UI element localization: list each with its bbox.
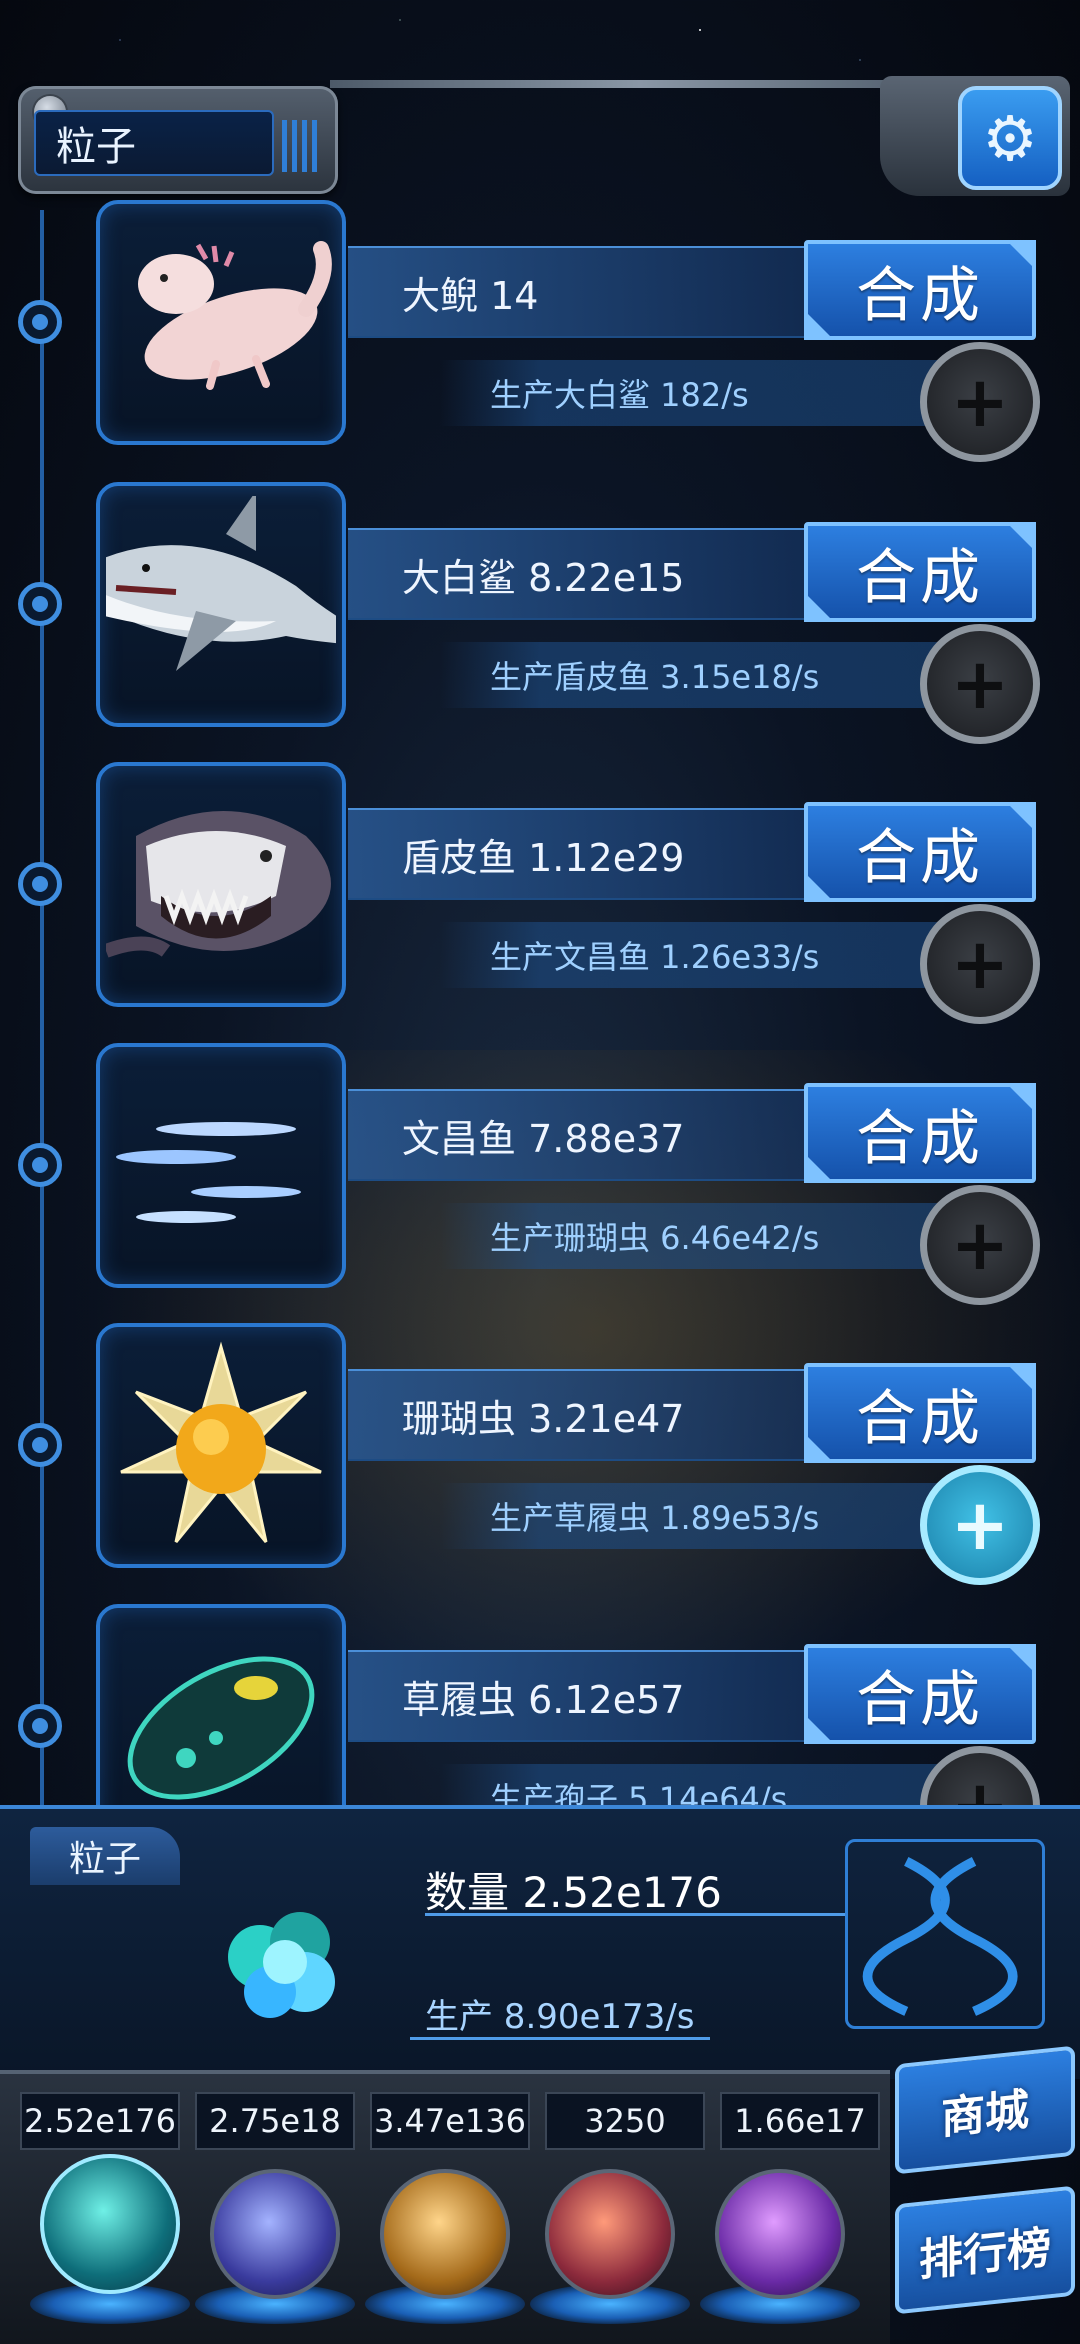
creature-frame[interactable] (96, 1043, 346, 1288)
panel-tab: 粒子 (30, 1827, 180, 1885)
plus-icon: + (950, 923, 1010, 1005)
armored-fish-icon (106, 811, 331, 958)
rail-node-icon (18, 300, 62, 344)
resource-dock: 2.52e176 2.75e18 3.47e136 3250 1.66e17 (0, 2070, 890, 2344)
lancelet-icon (116, 1122, 301, 1223)
top-bar: 粒子 ⚙ (0, 70, 1080, 210)
add-button[interactable]: + (920, 342, 1040, 462)
plus-icon: + (950, 643, 1010, 725)
plus-icon: + (950, 361, 1010, 443)
plus-icon: + (950, 1204, 1010, 1286)
add-button[interactable]: + (920, 904, 1040, 1024)
rail-node-icon (18, 862, 62, 906)
gear-icon: ⚙ (982, 101, 1038, 175)
creature-name-count: 草履虫 6.12e57 (348, 1650, 818, 1742)
particle-count: 数量 2.52e176 (425, 1868, 722, 1917)
creature-frame[interactable] (96, 200, 346, 445)
coral-polyp-icon (120, 1341, 322, 1543)
synthesize-button[interactable]: 合成 (804, 240, 1036, 340)
creature-frame[interactable] (96, 762, 346, 1007)
production-rate: 生产珊瑚虫 6.46e42/s (440, 1203, 940, 1269)
particle-production: 生产 8.90e173/s (425, 1997, 695, 2037)
top-rail (330, 80, 950, 88)
stripe-decoration (282, 120, 322, 172)
synthesize-button[interactable]: 合成 (804, 1083, 1036, 1183)
brain-orb-icon[interactable] (545, 2169, 675, 2299)
settings-button[interactable]: ⚙ (958, 86, 1062, 190)
lightning-orb-icon[interactable] (210, 2169, 340, 2299)
resource-value: 2.75e18 (195, 2092, 355, 2150)
galaxy-orb-icon[interactable] (380, 2169, 510, 2299)
plus-icon: + (950, 1484, 1010, 1566)
rail-node-icon (18, 1143, 62, 1187)
creature-name-count: 大鲵 14 (348, 246, 818, 338)
page-title: 粒子 (34, 110, 274, 176)
resource-value: 3250 (545, 2092, 705, 2150)
rail-node-icon (18, 1704, 62, 1748)
axolotl-icon (138, 241, 332, 390)
divider (425, 1913, 845, 1916)
synthesize-button[interactable]: 合成 (804, 802, 1036, 902)
particle-cluster-icon (228, 1912, 335, 2018)
dna-icon (845, 1839, 1045, 2029)
creature-row-dunkleosteus: 盾皮鱼 1.12e29 合成 生产文昌鱼 1.26e33/s + (0, 762, 1080, 1032)
particle-orb-icon[interactable] (40, 2154, 180, 2294)
add-button-active[interactable]: + (920, 1465, 1040, 1585)
creature-row-amphioxus: 文昌鱼 7.88e37 合成 生产珊瑚虫 6.46e42/s + (0, 1043, 1080, 1313)
resource-value: 2.52e176 (20, 2092, 180, 2150)
production-rate: 生产草履虫 1.89e53/s (440, 1483, 940, 1549)
particle-panel: 粒子 数量 2.52e176 生产 8.90e173/s (0, 1805, 1080, 2079)
ranking-button[interactable]: 排行榜 (895, 2185, 1075, 2315)
creature-name-count: 珊瑚虫 3.21e47 (348, 1369, 818, 1461)
synthesize-button[interactable]: 合成 (804, 522, 1036, 622)
add-button[interactable]: + (920, 624, 1040, 744)
rail-node-icon (18, 582, 62, 626)
creature-row-shark: 大白鲨 8.22e15 合成 生产盾皮鱼 3.15e18/s + (0, 482, 1080, 752)
shark-icon (106, 496, 336, 671)
vortex-orb-icon[interactable] (715, 2169, 845, 2299)
production-rate: 生产文昌鱼 1.26e33/s (440, 922, 940, 988)
rail-node-icon (18, 1423, 62, 1467)
production-rate: 生产盾皮鱼 3.15e18/s (440, 642, 940, 708)
shop-button[interactable]: 商城 (895, 2045, 1075, 2175)
synthesize-button[interactable]: 合成 (804, 1644, 1036, 1744)
resource-value: 3.47e136 (370, 2092, 530, 2150)
creature-frame[interactable] (96, 482, 346, 727)
add-button[interactable]: + (920, 1185, 1040, 1305)
divider (410, 2037, 710, 2040)
creature-name-count: 文昌鱼 7.88e37 (348, 1089, 818, 1181)
creature-row-coral-polyp: 珊瑚虫 3.21e47 合成 生产草履虫 1.89e53/s + (0, 1323, 1080, 1593)
creature-frame[interactable] (96, 1323, 346, 1568)
resource-value: 1.66e17 (720, 2092, 880, 2150)
creature-name-count: 盾皮鱼 1.12e29 (348, 808, 818, 900)
synthesize-button[interactable]: 合成 (804, 1363, 1036, 1463)
creature-row-axolotl: 大鲵 14 合成 生产大白鲨 182/s + (0, 200, 1080, 470)
creature-name-count: 大白鲨 8.22e15 (348, 528, 818, 620)
production-rate: 生产大白鲨 182/s (440, 360, 940, 426)
